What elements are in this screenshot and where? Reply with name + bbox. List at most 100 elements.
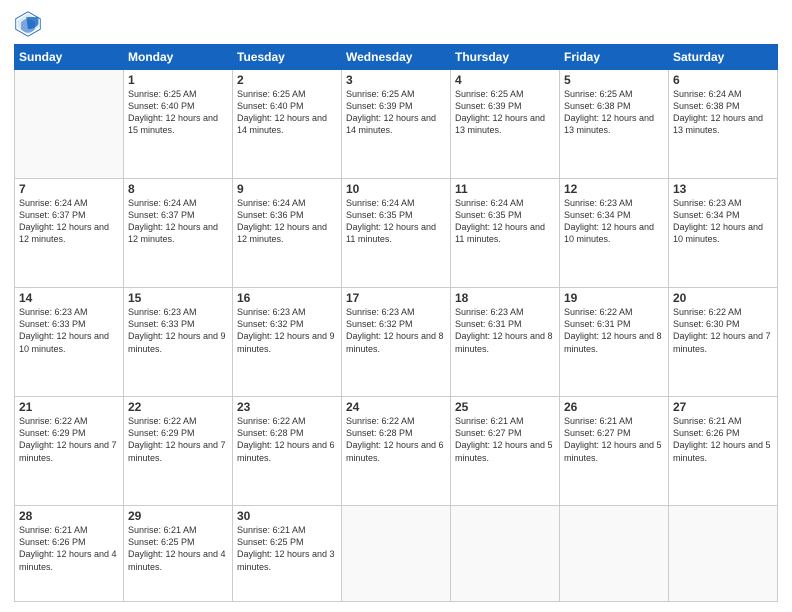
day-number: 2 xyxy=(237,73,337,87)
header xyxy=(14,10,778,38)
day-number: 23 xyxy=(237,400,337,414)
day-number: 25 xyxy=(455,400,555,414)
weekday-header-friday: Friday xyxy=(560,45,669,70)
day-number: 5 xyxy=(564,73,664,87)
day-info: Sunrise: 6:21 AM Sunset: 6:27 PM Dayligh… xyxy=(455,415,555,464)
day-info: Sunrise: 6:22 AM Sunset: 6:29 PM Dayligh… xyxy=(19,415,119,464)
day-number: 10 xyxy=(346,182,446,196)
day-number: 29 xyxy=(128,509,228,523)
day-info: Sunrise: 6:25 AM Sunset: 6:40 PM Dayligh… xyxy=(237,88,337,137)
weekday-header-thursday: Thursday xyxy=(451,45,560,70)
calendar-cell: 25Sunrise: 6:21 AM Sunset: 6:27 PM Dayli… xyxy=(451,397,560,506)
day-number: 24 xyxy=(346,400,446,414)
day-number: 6 xyxy=(673,73,773,87)
day-number: 1 xyxy=(128,73,228,87)
calendar-cell: 9Sunrise: 6:24 AM Sunset: 6:36 PM Daylig… xyxy=(233,179,342,288)
calendar-cell: 8Sunrise: 6:24 AM Sunset: 6:37 PM Daylig… xyxy=(124,179,233,288)
day-info: Sunrise: 6:21 AM Sunset: 6:25 PM Dayligh… xyxy=(237,524,337,573)
calendar-cell: 24Sunrise: 6:22 AM Sunset: 6:28 PM Dayli… xyxy=(342,397,451,506)
day-info: Sunrise: 6:24 AM Sunset: 6:35 PM Dayligh… xyxy=(346,197,446,246)
calendar-cell: 21Sunrise: 6:22 AM Sunset: 6:29 PM Dayli… xyxy=(15,397,124,506)
calendar-cell: 1Sunrise: 6:25 AM Sunset: 6:40 PM Daylig… xyxy=(124,70,233,179)
calendar-cell: 30Sunrise: 6:21 AM Sunset: 6:25 PM Dayli… xyxy=(233,506,342,602)
calendar-cell: 20Sunrise: 6:22 AM Sunset: 6:30 PM Dayli… xyxy=(669,288,778,397)
calendar-cell xyxy=(342,506,451,602)
calendar-cell: 10Sunrise: 6:24 AM Sunset: 6:35 PM Dayli… xyxy=(342,179,451,288)
week-row-2: 14Sunrise: 6:23 AM Sunset: 6:33 PM Dayli… xyxy=(15,288,778,397)
calendar-cell: 28Sunrise: 6:21 AM Sunset: 6:26 PM Dayli… xyxy=(15,506,124,602)
calendar-cell: 2Sunrise: 6:25 AM Sunset: 6:40 PM Daylig… xyxy=(233,70,342,179)
day-info: Sunrise: 6:25 AM Sunset: 6:40 PM Dayligh… xyxy=(128,88,228,137)
day-info: Sunrise: 6:25 AM Sunset: 6:38 PM Dayligh… xyxy=(564,88,664,137)
calendar-cell: 7Sunrise: 6:24 AM Sunset: 6:37 PM Daylig… xyxy=(15,179,124,288)
day-number: 4 xyxy=(455,73,555,87)
day-number: 30 xyxy=(237,509,337,523)
calendar-cell: 3Sunrise: 6:25 AM Sunset: 6:39 PM Daylig… xyxy=(342,70,451,179)
calendar-cell: 12Sunrise: 6:23 AM Sunset: 6:34 PM Dayli… xyxy=(560,179,669,288)
day-number: 3 xyxy=(346,73,446,87)
weekday-header-saturday: Saturday xyxy=(669,45,778,70)
day-info: Sunrise: 6:25 AM Sunset: 6:39 PM Dayligh… xyxy=(346,88,446,137)
day-number: 19 xyxy=(564,291,664,305)
day-number: 9 xyxy=(237,182,337,196)
day-info: Sunrise: 6:22 AM Sunset: 6:30 PM Dayligh… xyxy=(673,306,773,355)
week-row-4: 28Sunrise: 6:21 AM Sunset: 6:26 PM Dayli… xyxy=(15,506,778,602)
day-number: 18 xyxy=(455,291,555,305)
calendar-cell: 14Sunrise: 6:23 AM Sunset: 6:33 PM Dayli… xyxy=(15,288,124,397)
day-number: 15 xyxy=(128,291,228,305)
calendar-cell: 22Sunrise: 6:22 AM Sunset: 6:29 PM Dayli… xyxy=(124,397,233,506)
calendar-cell: 15Sunrise: 6:23 AM Sunset: 6:33 PM Dayli… xyxy=(124,288,233,397)
weekday-header-wednesday: Wednesday xyxy=(342,45,451,70)
day-info: Sunrise: 6:21 AM Sunset: 6:26 PM Dayligh… xyxy=(673,415,773,464)
day-number: 13 xyxy=(673,182,773,196)
day-number: 28 xyxy=(19,509,119,523)
week-row-3: 21Sunrise: 6:22 AM Sunset: 6:29 PM Dayli… xyxy=(15,397,778,506)
calendar-cell: 16Sunrise: 6:23 AM Sunset: 6:32 PM Dayli… xyxy=(233,288,342,397)
calendar-cell: 13Sunrise: 6:23 AM Sunset: 6:34 PM Dayli… xyxy=(669,179,778,288)
day-info: Sunrise: 6:21 AM Sunset: 6:27 PM Dayligh… xyxy=(564,415,664,464)
day-number: 16 xyxy=(237,291,337,305)
day-number: 20 xyxy=(673,291,773,305)
calendar-cell: 11Sunrise: 6:24 AM Sunset: 6:35 PM Dayli… xyxy=(451,179,560,288)
day-number: 8 xyxy=(128,182,228,196)
day-info: Sunrise: 6:23 AM Sunset: 6:34 PM Dayligh… xyxy=(673,197,773,246)
day-info: Sunrise: 6:23 AM Sunset: 6:33 PM Dayligh… xyxy=(128,306,228,355)
logo xyxy=(14,10,46,38)
week-row-1: 7 Sunrise: 6:24 AM Sunset: 6:37 PM Daylig… xyxy=(15,179,778,288)
day-info: Sunrise: 6:24 AM Sunset: 6:37 PM Dayligh… xyxy=(128,197,228,246)
day-info: Sunrise: 6:23 AM Sunset: 6:32 PM Dayligh… xyxy=(237,306,337,355)
day-info: Sunrise: 6:25 AM Sunset: 6:39 PM Dayligh… xyxy=(455,88,555,137)
page: SundayMondayTuesdayWednesdayThursdayFrid… xyxy=(0,0,792,612)
day-number: 26 xyxy=(564,400,664,414)
weekday-header-sunday: Sunday xyxy=(15,45,124,70)
day-number: 12 xyxy=(564,182,664,196)
calendar-cell: 4Sunrise: 6:25 AM Sunset: 6:39 PM Daylig… xyxy=(451,70,560,179)
calendar-cell: 29Sunrise: 6:21 AM Sunset: 6:25 PM Dayli… xyxy=(124,506,233,602)
day-info: Sunrise: 6:24 AM Sunset: 6:36 PM Dayligh… xyxy=(237,197,337,246)
day-number: 27 xyxy=(673,400,773,414)
day-info: Sunrise: 6:22 AM Sunset: 6:28 PM Dayligh… xyxy=(346,415,446,464)
calendar-cell: 27Sunrise: 6:21 AM Sunset: 6:26 PM Dayli… xyxy=(669,397,778,506)
weekday-header-monday: Monday xyxy=(124,45,233,70)
day-number: 7 xyxy=(19,182,119,196)
day-number: 14 xyxy=(19,291,119,305)
day-number: 11 xyxy=(455,182,555,196)
calendar-cell: 19Sunrise: 6:22 AM Sunset: 6:31 PM Dayli… xyxy=(560,288,669,397)
day-info: Sunrise: 6:22 AM Sunset: 6:28 PM Dayligh… xyxy=(237,415,337,464)
calendar-cell: 5Sunrise: 6:25 AM Sunset: 6:38 PM Daylig… xyxy=(560,70,669,179)
calendar-cell xyxy=(669,506,778,602)
calendar-cell: 23Sunrise: 6:22 AM Sunset: 6:28 PM Dayli… xyxy=(233,397,342,506)
calendar-cell xyxy=(15,70,124,179)
day-info: Sunrise: 6:21 AM Sunset: 6:25 PM Dayligh… xyxy=(128,524,228,573)
weekday-header-tuesday: Tuesday xyxy=(233,45,342,70)
day-info: Sunrise: 6:23 AM Sunset: 6:33 PM Dayligh… xyxy=(19,306,119,355)
day-info: Sunrise: 6:22 AM Sunset: 6:31 PM Dayligh… xyxy=(564,306,664,355)
calendar-cell: 26Sunrise: 6:21 AM Sunset: 6:27 PM Dayli… xyxy=(560,397,669,506)
calendar-cell: 17Sunrise: 6:23 AM Sunset: 6:32 PM Dayli… xyxy=(342,288,451,397)
week-row-0: 1Sunrise: 6:25 AM Sunset: 6:40 PM Daylig… xyxy=(15,70,778,179)
logo-icon xyxy=(14,10,42,38)
day-number: 22 xyxy=(128,400,228,414)
calendar-cell: 6Sunrise: 6:24 AM Sunset: 6:38 PM Daylig… xyxy=(669,70,778,179)
day-info: Sunrise: 6:21 AM Sunset: 6:26 PM Dayligh… xyxy=(19,524,119,573)
day-info: Sunrise: 6:22 AM Sunset: 6:29 PM Dayligh… xyxy=(128,415,228,464)
